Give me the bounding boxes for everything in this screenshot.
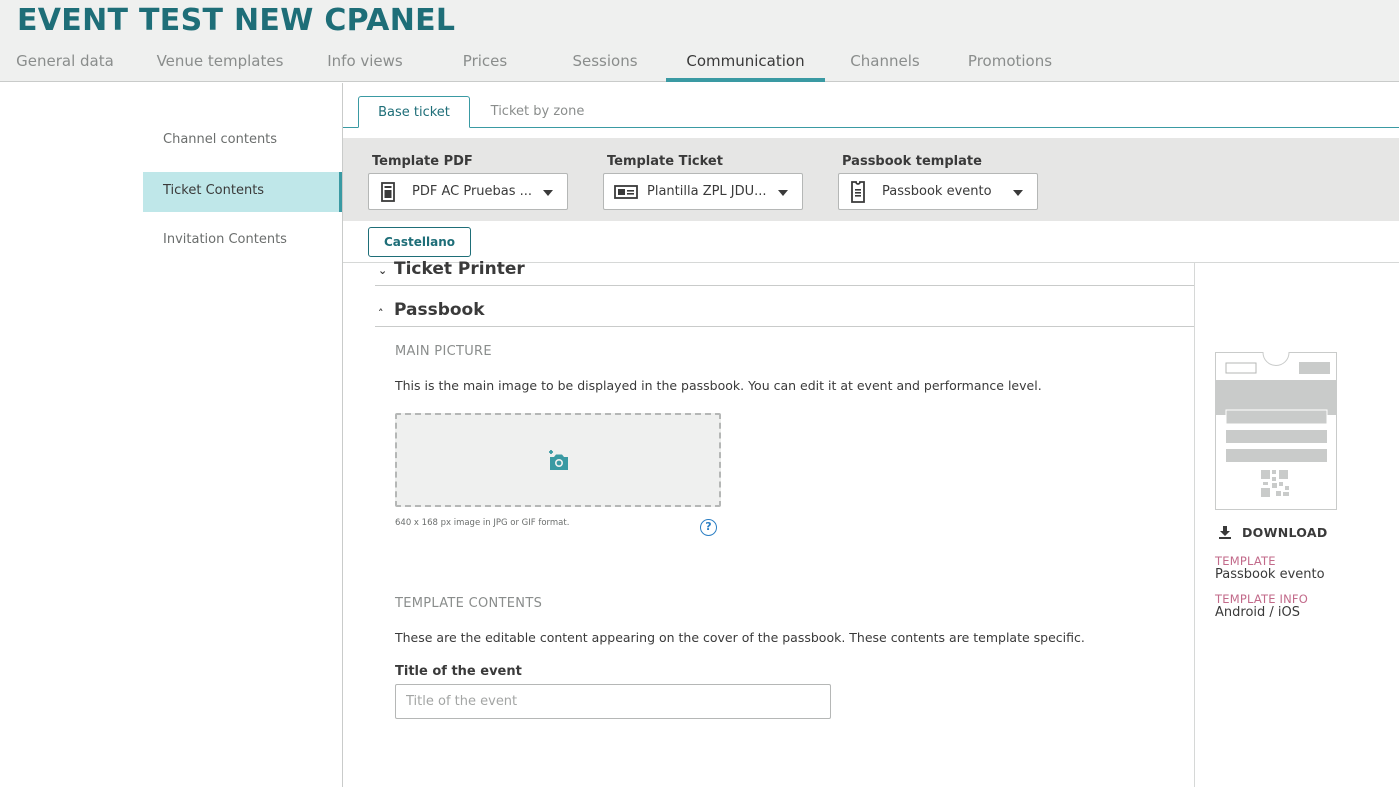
section-passbook-title: Passbook [394, 300, 485, 320]
tab-promotions[interactable]: Promotions [955, 46, 1065, 82]
section-ticket-printer[interactable]: ⌄ Ticket Printer [375, 259, 1194, 286]
template-contents-description: These are the editable content appearing… [395, 630, 1085, 645]
chevron-down-icon [1013, 190, 1023, 196]
help-icon[interactable]: ? [700, 519, 717, 536]
sidebar-item-invitation-contents[interactable]: Invitation Contents [143, 221, 342, 261]
chevron-down-icon [543, 190, 553, 196]
template-ticket-label: Template Ticket [607, 154, 723, 169]
passbook-template-value: Passbook evento [882, 184, 992, 199]
template-ticket-select[interactable]: Plantilla ZPL JDU... [603, 173, 803, 210]
template-pdf-value: PDF AC Pruebas ... [412, 184, 533, 199]
download-icon [1219, 526, 1231, 539]
passbook-preview-image [1215, 352, 1337, 510]
tab-prices[interactable]: Prices [440, 46, 530, 82]
template-contents-label: TEMPLATE CONTENTS [395, 596, 543, 611]
language-button-castellano[interactable]: Castellano [368, 227, 471, 257]
template-selector-band: Template PDF PDF AC Pruebas ... Template… [343, 138, 1399, 221]
add-photo-icon [549, 450, 568, 470]
subtab-ticket-by-zone[interactable]: Ticket by zone [480, 96, 595, 128]
template-pdf-select[interactable]: PDF AC Pruebas ... [368, 173, 568, 210]
chevron-down-icon: ⌄ [378, 264, 388, 277]
tab-general-data[interactable]: General data [0, 46, 130, 82]
main-picture-label: MAIN PICTURE [395, 344, 492, 359]
chevron-up-icon: ˄ [378, 307, 384, 320]
passbook-template-label: Passbook template [842, 154, 982, 169]
sidebar: Channel contents Ticket Contents Invitat… [0, 83, 342, 787]
ticket-icon [614, 185, 638, 199]
template-meta-value: Passbook evento [1215, 567, 1325, 582]
template-info-key: TEMPLATE INFO [1215, 592, 1308, 606]
title-of-event-input[interactable] [395, 684, 831, 719]
passbook-template-select[interactable]: Passbook evento [838, 173, 1038, 210]
tab-communication[interactable]: Communication [666, 46, 825, 82]
tab-sessions[interactable]: Sessions [555, 46, 655, 82]
main-picture-description: This is the main image to be displayed i… [395, 378, 1042, 393]
main-picture-upload[interactable] [395, 413, 721, 507]
template-pdf-label: Template PDF [372, 154, 473, 169]
header: EVENT TEST NEW CPANEL General data Venue… [0, 0, 1399, 82]
passbook-icon [851, 181, 865, 203]
template-info-value: Android / iOS [1215, 605, 1301, 620]
subtab-base-ticket[interactable]: Base ticket [358, 96, 470, 128]
template-ticket-value: Plantilla ZPL JDU... [647, 184, 767, 199]
section-ticket-printer-title: Ticket Printer [394, 259, 525, 279]
tab-venue-templates[interactable]: Venue templates [150, 46, 290, 82]
chevron-down-icon [778, 190, 788, 196]
pdf-document-icon [381, 182, 395, 202]
template-meta-key: TEMPLATE [1215, 554, 1276, 568]
preview-divider [1194, 263, 1195, 787]
tab-info-views[interactable]: Info views [310, 46, 420, 82]
event-title: EVENT TEST NEW CPANEL [17, 3, 456, 38]
section-passbook[interactable]: ˄ Passbook [375, 300, 1194, 327]
sidebar-item-channel-contents[interactable]: Channel contents [143, 121, 342, 161]
tab-channels[interactable]: Channels [840, 46, 930, 82]
title-of-event-label: Title of the event [395, 664, 522, 679]
sidebar-item-ticket-contents[interactable]: Ticket Contents [143, 172, 342, 212]
download-label: DOWNLOAD [1242, 525, 1328, 540]
main-picture-hint: 640 x 168 px image in JPG or GIF format. [395, 518, 570, 528]
